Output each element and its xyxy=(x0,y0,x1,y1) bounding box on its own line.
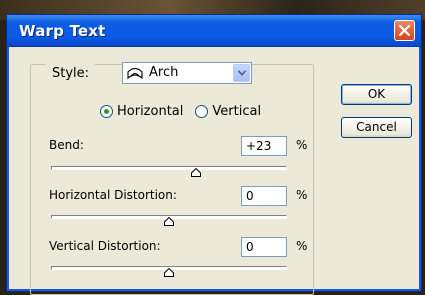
bend-label: Bend: xyxy=(49,138,84,152)
horizontal-distortion-label: Horizontal Distortion: xyxy=(49,188,177,202)
close-icon xyxy=(398,24,411,37)
title-bar[interactable]: Warp Text xyxy=(7,15,421,47)
radio-vertical-label[interactable]: Vertical xyxy=(212,104,261,119)
style-groupbox xyxy=(30,64,314,295)
window-title: Warp Text xyxy=(19,22,106,40)
ok-button[interactable]: OK xyxy=(341,84,412,105)
bend-slider-thumb[interactable] xyxy=(191,168,202,177)
radio-vertical[interactable] xyxy=(195,105,209,118)
horizontal-distortion-slider-thumb[interactable] xyxy=(164,217,174,226)
style-selected-value: Arch xyxy=(149,65,179,80)
style-dropdown[interactable]: Arch xyxy=(122,62,252,84)
horizontal-distortion-percent-unit: % xyxy=(296,188,308,202)
close-button[interactable] xyxy=(394,20,415,41)
arch-warp-icon xyxy=(127,67,143,80)
orientation-radio-group: Horizontal Vertical xyxy=(100,104,273,119)
radio-horizontal-label[interactable]: Horizontal xyxy=(117,104,183,119)
radio-horizontal[interactable] xyxy=(100,105,113,118)
bend-input[interactable]: +23 xyxy=(241,136,287,156)
vertical-distortion-percent-unit: % xyxy=(296,239,308,253)
chevron-down-icon xyxy=(238,70,246,76)
vertical-distortion-input[interactable]: 0 xyxy=(241,237,287,257)
bend-slider-track[interactable] xyxy=(51,166,287,170)
vertical-distortion-label: Vertical Distortion: xyxy=(49,239,161,253)
dialog-body: Style: Arch Horizontal Vertical Bend: +2… xyxy=(10,47,418,295)
cancel-button[interactable]: Cancel xyxy=(341,117,412,138)
style-label: Style: xyxy=(52,65,90,81)
warp-text-dialog: Warp Text Style: Arch Horizontal Vertica… xyxy=(6,14,422,295)
bend-percent-unit: % xyxy=(296,138,308,152)
vertical-distortion-slider-thumb[interactable] xyxy=(164,268,174,277)
horizontal-distortion-input[interactable]: 0 xyxy=(241,186,287,206)
style-label-wrap: Style: xyxy=(46,60,96,86)
dropdown-arrow-button[interactable] xyxy=(233,64,250,82)
